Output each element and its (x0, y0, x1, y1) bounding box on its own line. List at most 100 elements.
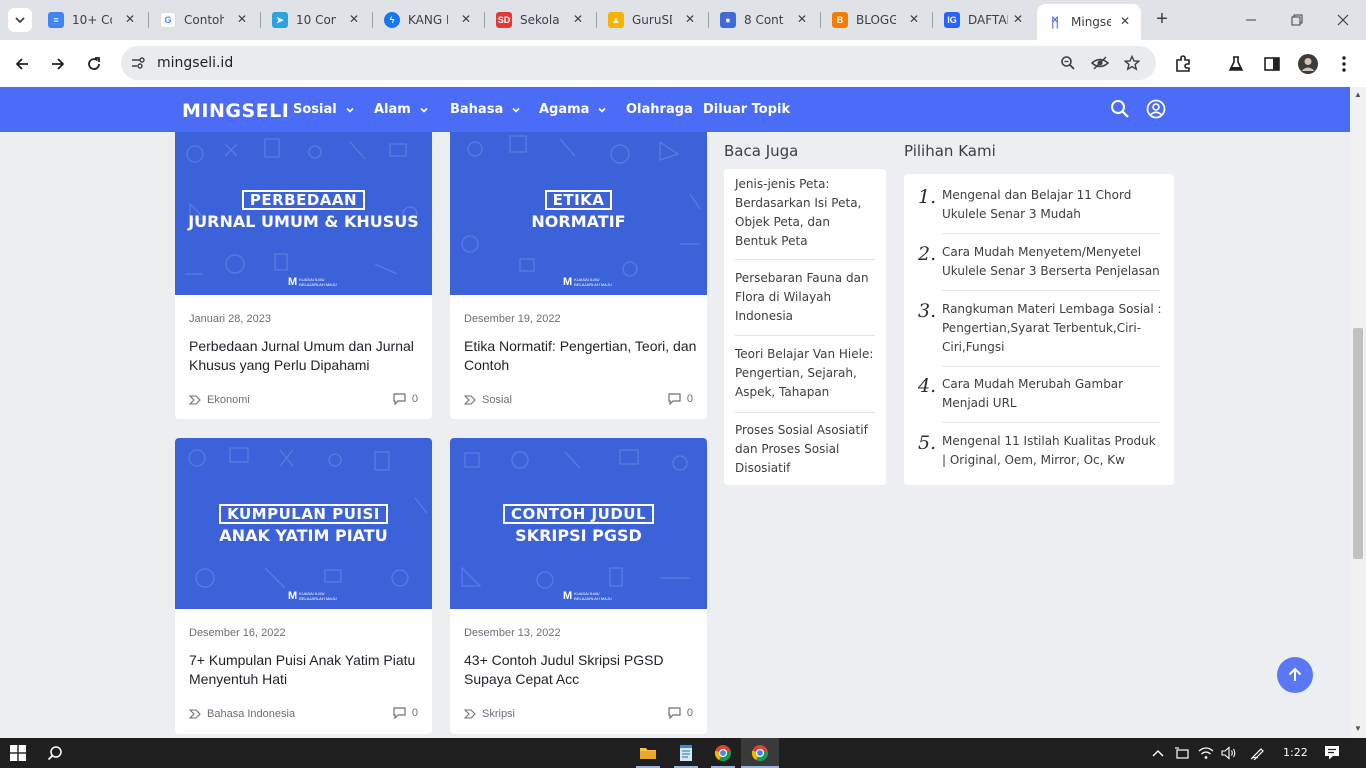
site-logo[interactable]: MINGSELI (182, 100, 289, 122)
post-card[interactable]: KUMPULAN PUISI ANAK YATIM PIATU M KUASAI … (175, 438, 432, 734)
post-title[interactable]: 43+ Contoh Judul Skripsi PGSD Supaya Cep… (464, 651, 699, 689)
nav-item-bahasa[interactable]: Bahasa (450, 102, 521, 117)
ig-icon: IG (944, 12, 960, 28)
post-thumbnail[interactable]: KUMPULAN PUISI ANAK YATIM PIATU M KUASAI … (175, 438, 432, 609)
post-comments[interactable]: 0 (668, 393, 693, 405)
pilihan-link[interactable]: Cara Mudah Menyetem/Menyetel Ukulele Sen… (942, 243, 1162, 281)
forward-button[interactable] (44, 50, 72, 78)
pen-ink-icon[interactable] (1248, 743, 1268, 763)
post-card[interactable]: ETIKA NORMATIF M KUASAI ILMU BELAJARLAH MA… (450, 124, 707, 419)
lightning-icon: ϟ (384, 12, 400, 28)
scrollbar-thumb[interactable] (1353, 328, 1363, 559)
menu-kebab-icon[interactable] (1332, 52, 1356, 76)
close-tab-icon[interactable]: ✕ (122, 12, 138, 26)
back-to-top-button[interactable] (1277, 657, 1313, 693)
tab-6[interactable]: ● 8 Contoh ✕ (710, 6, 818, 34)
close-tab-icon[interactable]: ✕ (458, 12, 474, 26)
chevron-up-icon[interactable] (1148, 743, 1168, 763)
baca-juga-link[interactable]: Teori Belajar Van Hiele: Pengertian, Sej… (735, 345, 875, 402)
extensions-icon[interactable] (1171, 52, 1195, 76)
tab-title: DAFTAR (968, 13, 1008, 27)
scroll-up-arrow[interactable]: ▲ (1354, 90, 1362, 99)
side-panel-icon[interactable] (1260, 52, 1284, 76)
labs-flask-icon[interactable] (1224, 52, 1248, 76)
restore-button[interactable] (1274, 0, 1320, 40)
post-thumbnail[interactable]: PERBEDAAN JURNAL UMUM & KHUSUS M KUASAI I… (175, 124, 432, 295)
new-tab-button[interactable]: + (1150, 8, 1174, 32)
close-tab-icon[interactable]: ✕ (682, 12, 698, 26)
taskbar-clock[interactable]: 1:22 (1283, 746, 1308, 759)
nav-item-diluar-topik[interactable]: Diluar Topik (703, 102, 790, 117)
search-icon[interactable] (45, 743, 65, 763)
nav-item-alam[interactable]: Alam (374, 102, 429, 117)
post-comments[interactable]: 0 (393, 707, 418, 719)
tab-0[interactable]: ≡ 10+ Contoh ✕ (38, 6, 146, 34)
pilihan-link[interactable]: Rangkuman Materi Lembaga Sosial : Penger… (942, 300, 1162, 357)
tab-search-button[interactable] (8, 8, 32, 32)
page-scrollbar[interactable]: ▲ ▼ (1350, 87, 1366, 738)
chrome-icon[interactable] (713, 743, 733, 763)
pilihan-link[interactable]: Cara Mudah Merubah Gambar Menjadi URL (942, 375, 1162, 413)
post-category[interactable]: Skripsi (464, 708, 515, 720)
address-bar[interactable]: mingseli.id (121, 46, 1156, 80)
pilihan-link[interactable]: Mengenal 11 Istilah Kualitas Produk | Or… (942, 432, 1162, 470)
close-window-button[interactable] (1320, 0, 1366, 40)
notifications-icon[interactable] (1322, 743, 1342, 763)
post-category[interactable]: Ekonomi (189, 394, 250, 406)
nav-item-agama[interactable]: Agama (539, 102, 607, 117)
url-text[interactable]: mingseli.id (157, 55, 233, 71)
post-category[interactable]: Sosial (464, 394, 512, 406)
user-account-icon[interactable] (1146, 99, 1166, 119)
tab-7[interactable]: B BLOGGER ✕ (822, 6, 930, 34)
network-icon[interactable] (1172, 743, 1192, 763)
close-tab-icon[interactable]: ✕ (234, 12, 250, 26)
zoom-icon[interactable] (1059, 54, 1077, 72)
file-explorer-icon[interactable] (638, 743, 658, 763)
bookmark-star-icon[interactable] (1123, 54, 1141, 72)
google-docs-icon: ≡ (48, 12, 64, 28)
windows-start-icon[interactable] (8, 743, 28, 763)
post-title[interactable]: Perbedaan Jurnal Umum dan Jurnal Khusus … (189, 337, 424, 375)
profile-avatar[interactable] (1296, 52, 1320, 76)
close-tab-icon[interactable]: ✕ (1117, 14, 1133, 28)
close-tab-icon[interactable]: ✕ (1010, 12, 1026, 26)
scroll-down-arrow[interactable]: ▼ (1354, 724, 1362, 733)
tab-8[interactable]: IG DAFTAR ✕ (934, 6, 1034, 34)
post-title[interactable]: Etika Normatif: Pengertian, Teori, dan C… (464, 337, 699, 375)
nav-item-olahraga[interactable]: Olahraga (626, 102, 693, 117)
tab-3[interactable]: ϟ KANG MASE ✕ (374, 6, 482, 34)
wifi-icon[interactable] (1196, 743, 1216, 763)
post-thumbnail[interactable]: ETIKA NORMATIF M KUASAI ILMU BELAJARLAH MA… (450, 124, 707, 295)
post-comments[interactable]: 0 (668, 707, 693, 719)
search-icon[interactable] (1110, 99, 1130, 119)
baca-juga-link[interactable]: Persebaran Fauna dan Flora di Wilayah In… (735, 269, 875, 326)
chrome-icon[interactable] (750, 743, 770, 763)
tab-9-active[interactable]: ᛗ Mingseli ✕ (1037, 4, 1141, 40)
post-thumbnail[interactable]: CONTOH JUDUL SKRIPSI PGSD M KUASAI ILMU BE… (450, 438, 707, 609)
baca-juga-link[interactable]: Jenis-jenis Peta: Berdasarkan Isi Peta, … (735, 175, 875, 251)
baca-juga-link[interactable]: Proses Sosial Asosiatif dan Proses Sosia… (735, 421, 875, 478)
notepad-icon[interactable] (676, 743, 696, 763)
post-title[interactable]: 7+ Kumpulan Puisi Anak Yatim Piatu Menye… (189, 651, 424, 689)
post-card[interactable]: PERBEDAAN JURNAL UMUM & KHUSUS M KUASAI I… (175, 124, 432, 419)
minimize-button[interactable] (1228, 0, 1274, 40)
chevron-down-icon (346, 107, 354, 113)
close-tab-icon[interactable]: ✕ (906, 12, 922, 26)
tab-5[interactable]: ▲ GuruSD ✕ (598, 6, 706, 34)
back-button[interactable] (8, 50, 36, 78)
post-card[interactable]: CONTOH JUDUL SKRIPSI PGSD M KUASAI ILMU BE… (450, 438, 707, 734)
nav-item-sosial[interactable]: Sosial (293, 102, 355, 117)
close-tab-icon[interactable]: ✕ (570, 12, 586, 26)
post-comments[interactable]: 0 (393, 393, 418, 405)
pilihan-link[interactable]: Mengenal dan Belajar 11 Chord Ukulele Se… (942, 186, 1162, 224)
close-tab-icon[interactable]: ✕ (346, 12, 362, 26)
tab-1[interactable]: G Contoh ✕ (150, 6, 258, 34)
close-tab-icon[interactable]: ✕ (794, 12, 810, 26)
post-category[interactable]: Bahasa Indonesia (189, 708, 295, 720)
tab-2[interactable]: ➤ 10 Contoh ✕ (262, 6, 370, 34)
eye-off-icon[interactable] (1091, 54, 1109, 72)
site-settings-icon[interactable] (129, 54, 147, 72)
reload-button[interactable] (80, 50, 108, 78)
tab-4[interactable]: SD Sekolah ✕ (486, 6, 594, 34)
volume-icon[interactable] (1219, 743, 1239, 763)
